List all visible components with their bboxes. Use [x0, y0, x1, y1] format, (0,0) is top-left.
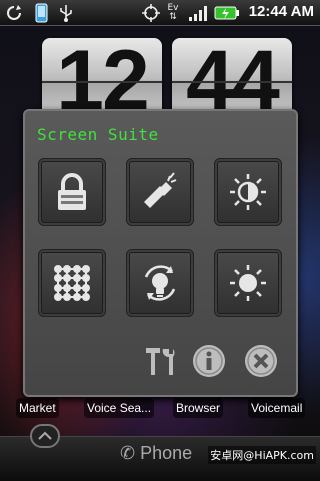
brightness-full-button[interactable]	[214, 249, 282, 317]
bulb-rotate-icon	[144, 265, 176, 301]
shortcut-browser[interactable]: Browser	[173, 398, 224, 418]
status-time: 12:44 AM	[248, 3, 314, 20]
pattern-lock-button[interactable]	[38, 249, 106, 317]
dock-phone-label: Phone	[140, 443, 193, 463]
panel-title: Screen Suite	[37, 125, 159, 144]
battery-charging-icon	[214, 3, 240, 22]
brightness-full-icon	[230, 265, 266, 301]
signal-icon	[188, 3, 208, 22]
clock-divider	[172, 81, 292, 83]
usb-icon	[58, 3, 74, 22]
shortcut-voice-search[interactable]: Voice Sea...	[84, 398, 155, 418]
phone-handset-icon: ✆	[120, 443, 136, 463]
tools-icon	[146, 348, 175, 375]
data-ev-icon: Ev ⇅	[167, 2, 179, 22]
screen-timeout-button[interactable]	[126, 249, 194, 317]
info-button[interactable]	[191, 343, 227, 379]
brightness-half-icon	[230, 174, 266, 210]
lock-icon	[58, 173, 86, 210]
phone-icon	[34, 3, 48, 22]
gps-icon	[142, 3, 160, 22]
chevron-up-icon	[38, 431, 52, 440]
pattern-grid-icon	[54, 265, 90, 301]
close-button[interactable]	[243, 343, 279, 379]
lock-screen-button[interactable]	[38, 158, 106, 226]
settings-tools-button[interactable]	[143, 343, 179, 379]
flashlight-icon	[144, 172, 177, 208]
brightness-half-button[interactable]	[214, 158, 282, 226]
flashlight-button[interactable]	[126, 158, 194, 226]
screen-suite-panel: Screen Suite	[23, 109, 298, 397]
dock-phone-button[interactable]: ✆ Phone	[120, 443, 192, 464]
clock-divider	[42, 81, 162, 83]
close-icon	[245, 345, 277, 377]
sync-icon	[4, 3, 24, 22]
shortcut-market[interactable]: Market	[16, 398, 59, 418]
watermark: 安卓网@HiAPK.com	[208, 446, 316, 464]
shortcut-voicemail[interactable]: Voicemail	[248, 398, 306, 418]
status-bar: Ev ⇅ 12:44 AM	[0, 0, 320, 26]
info-icon	[193, 345, 225, 377]
app-drawer-button[interactable]	[30, 424, 60, 448]
